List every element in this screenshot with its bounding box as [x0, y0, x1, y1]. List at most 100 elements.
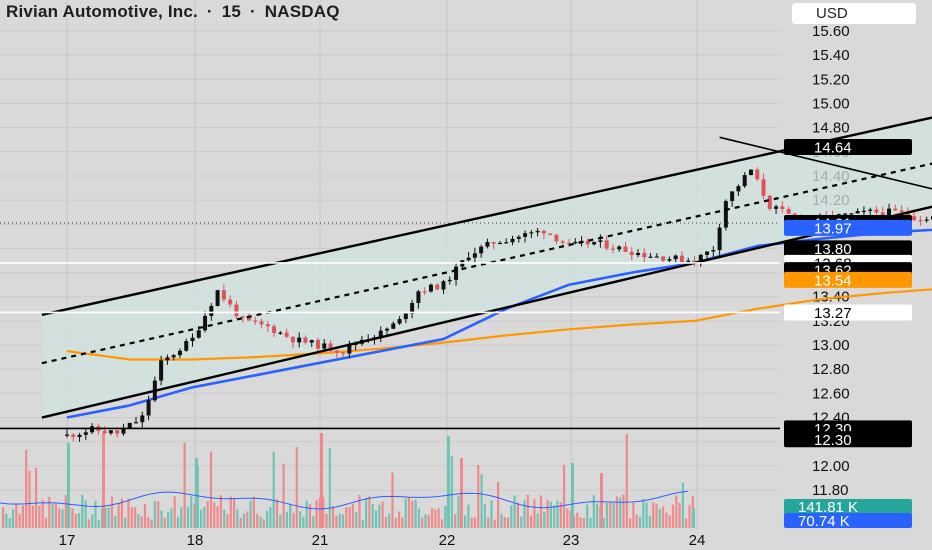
volume-bar [58, 508, 61, 528]
volume-bar [61, 509, 64, 528]
volume-bar [530, 515, 533, 528]
volume-bar [391, 472, 394, 528]
candle-body [535, 230, 540, 233]
volume-bar [25, 449, 28, 528]
candle-body [127, 422, 132, 429]
volume-bar [470, 517, 473, 528]
candle-body [918, 220, 923, 222]
volume-bar [35, 467, 38, 528]
volume-bar [190, 496, 193, 528]
volume-bar [127, 498, 130, 528]
volume-bar [411, 500, 414, 528]
volume-bar [5, 513, 8, 528]
title-separator: · [206, 2, 213, 21]
candle-body [71, 434, 76, 438]
volume-bar [457, 496, 460, 528]
volume-bar [163, 517, 166, 528]
volume-bar [279, 514, 282, 528]
volume-bar [589, 517, 592, 528]
candle-body [899, 210, 904, 212]
volume-badge-label: 70.74 K [798, 513, 850, 530]
candle-body [843, 213, 848, 215]
candle-body [177, 350, 182, 356]
volume-bar [497, 481, 500, 528]
volume-bar [176, 516, 180, 528]
volume-bar [15, 502, 18, 528]
candle-body [748, 169, 753, 176]
volume-bar [543, 511, 546, 528]
volume-bar [150, 519, 153, 528]
volume-bar [305, 500, 308, 528]
candle-body [679, 255, 684, 262]
candle-body [102, 430, 107, 434]
volume-bar [553, 505, 556, 528]
volume-bar [632, 502, 635, 528]
volume-bar [503, 516, 506, 528]
candle-body [667, 259, 672, 261]
volume-bar [97, 519, 100, 528]
candle-body [592, 241, 597, 245]
y-tick-label: 13.00 [812, 337, 850, 354]
candle-body [541, 230, 546, 234]
volume-bar [431, 508, 434, 528]
volume-bar [596, 503, 599, 528]
volume-bar [173, 496, 176, 528]
volume-bar [678, 502, 681, 528]
volume-bar [365, 497, 368, 528]
candle-body [441, 281, 446, 290]
volume-bar [134, 507, 137, 528]
candle-body [196, 330, 201, 338]
volume-bar [520, 516, 523, 528]
currency-selector[interactable]: USD [792, 3, 916, 24]
candle-body [334, 350, 339, 353]
volume-bar [71, 508, 74, 528]
candle-body [90, 426, 95, 433]
x-tick-label: 24 [689, 532, 706, 549]
volume-bar [84, 500, 87, 528]
volume-bar [81, 494, 84, 528]
candle-body [623, 246, 628, 252]
candle-body [705, 251, 710, 255]
candle-body [65, 434, 69, 436]
volume-bar [609, 501, 612, 528]
candle-body [554, 234, 559, 242]
y-tick-label: 15.00 [812, 95, 850, 112]
candle-body [284, 332, 289, 337]
y-tick-label: 15.60 [812, 23, 850, 40]
volume-bar [483, 503, 486, 528]
candle-body [422, 291, 427, 293]
candle-body [661, 256, 666, 261]
volume-bar [292, 512, 295, 528]
candle-body [77, 434, 82, 438]
volume-bar [54, 503, 57, 528]
volume-bar [206, 501, 209, 528]
volume-bar [157, 501, 160, 528]
volume-bar [77, 512, 81, 528]
volume-bar [467, 504, 470, 528]
volume-bar [213, 502, 216, 528]
candle-body [730, 191, 735, 202]
candle-body [755, 169, 760, 180]
volume-bar [140, 516, 143, 528]
x-tick-label: 17 [59, 532, 76, 549]
volume-bar [688, 504, 691, 528]
volume-bar [219, 495, 222, 528]
candle-body [309, 340, 314, 343]
volume-bar [381, 501, 384, 528]
volume-bar [421, 517, 424, 528]
candlestick-chart[interactable]: 17 18 21 22 23 24 15.60 15.40 15.20 15.00 14.80 14.… [0, 0, 932, 550]
candle-body [146, 400, 151, 416]
volume-bar [203, 506, 206, 528]
volume-bar [579, 517, 582, 528]
candle-body [786, 209, 791, 214]
price-badge-label: 13.97 [814, 220, 852, 237]
volume-bar [371, 503, 374, 528]
volume-bar [91, 514, 94, 528]
volume-bar [102, 433, 105, 528]
candle-body [604, 240, 609, 249]
volume-bar [401, 517, 404, 528]
volume-bar [239, 517, 242, 528]
candle-body [610, 248, 615, 250]
volume-bar [275, 499, 279, 528]
price-badge-label: 13.27 [814, 305, 852, 322]
